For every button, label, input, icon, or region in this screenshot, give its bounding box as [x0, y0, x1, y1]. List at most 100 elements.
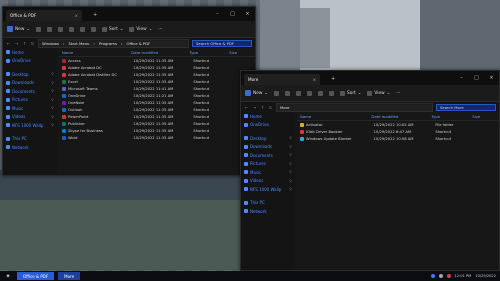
breadcrumb-item[interactable]: Programs: [99, 41, 117, 46]
column-header[interactable]: Type: [186, 50, 226, 55]
sidebar-item[interactable]: Videos ⚲: [3, 113, 57, 122]
sidebar-item[interactable]: Home: [241, 112, 295, 121]
new-button[interactable]: New ⌄: [245, 90, 268, 96]
new-tab-icon[interactable]: +: [331, 76, 335, 82]
file-row[interactable]: Outlook 10/29/2022 11:35 AM Shortcut: [59, 106, 255, 113]
volume-icon[interactable]: [438, 274, 443, 278]
network-icon[interactable]: [430, 274, 435, 278]
file-row[interactable]: Activator 10/29/2022 10:05 AM File folder: [297, 121, 499, 128]
column-header[interactable]: Date modified: [128, 50, 186, 55]
share-icon[interactable]: [317, 90, 323, 96]
rename-icon[interactable]: [68, 26, 74, 32]
paste-icon[interactable]: [295, 90, 301, 96]
file-row[interactable]: Publisher 10/29/2022 11:35 AM Shortcut: [59, 120, 255, 127]
tab-close-icon[interactable]: ×: [74, 13, 78, 18]
forward-icon[interactable]: →: [14, 41, 19, 46]
file-row[interactable]: IObit Driver Booster 10/29/2022 8:47 AM Sh…: [297, 128, 499, 135]
sidebar-item[interactable]: Documents ⚲: [241, 151, 295, 160]
more-options-button[interactable]: ···: [158, 27, 162, 32]
column-header[interactable]: Name: [59, 50, 128, 55]
cut-icon[interactable]: [273, 90, 279, 96]
sidebar-item[interactable]: OneDrive: [3, 57, 57, 66]
back-icon[interactable]: ←: [244, 105, 249, 110]
paste-icon[interactable]: [57, 26, 63, 32]
breadcrumb-item[interactable]: Office & PDF: [126, 41, 150, 46]
sidebar-item[interactable]: Desktop ⚲: [3, 70, 57, 79]
file-row[interactable]: Microsoft Teams 10/29/2022 11:41 AM Shortc…: [59, 85, 255, 92]
taskbar-item-office-pdf[interactable]: Office & PDF: [17, 272, 55, 280]
file-row[interactable]: Word 10/29/2022 11:35 AM Shortcut: [59, 134, 255, 141]
forward-icon[interactable]: →: [252, 105, 257, 110]
file-row[interactable]: Adobe Acrobat DC 10/29/2022 11:35 AM Short…: [59, 64, 255, 71]
more-options-button[interactable]: ···: [396, 91, 400, 96]
maximize-icon[interactable]: □: [225, 7, 240, 21]
breadcrumb[interactable]: More: [276, 102, 433, 112]
sidebar-item[interactable]: Pictures ⚲: [241, 160, 295, 169]
maximize-icon[interactable]: □: [469, 71, 484, 85]
cut-icon[interactable]: [35, 26, 41, 32]
taskbar-item-more[interactable]: More: [58, 272, 81, 280]
up-icon[interactable]: ↑: [260, 105, 265, 110]
breadcrumb-item[interactable]: Windows: [42, 41, 59, 46]
close-icon[interactable]: ×: [484, 71, 499, 85]
file-row[interactable]: Access 10/29/2022 11:35 AM Shortcut: [59, 57, 255, 64]
sidebar-item[interactable]: Music ⚲: [3, 104, 57, 113]
sidebar-item[interactable]: Network: [3, 143, 57, 152]
sidebar-item[interactable]: Desktop ⚲: [241, 134, 295, 143]
column-header[interactable]: Type: [428, 114, 469, 119]
rename-icon[interactable]: [306, 90, 312, 96]
copy-icon[interactable]: [284, 90, 290, 96]
up-icon[interactable]: ↑: [22, 41, 27, 46]
sidebar-item[interactable]: This PC: [3, 135, 57, 144]
file-row[interactable]: OneNote 10/29/2022 11:35 AM Shortcut: [59, 99, 255, 106]
sidebar-item[interactable]: Documents ⚲: [3, 87, 57, 96]
tab-more[interactable]: More ×: [244, 74, 320, 85]
close-icon[interactable]: ×: [240, 7, 255, 21]
explorer-window-more[interactable]: More × + – □ × New ⌄ Sort ⌄ View ⌄ ··· ←…: [240, 70, 500, 271]
column-header[interactable]: Name: [297, 114, 368, 119]
column-header[interactable]: Size: [469, 114, 499, 119]
clock-time[interactable]: 12:01 PM: [455, 274, 472, 278]
sort-button[interactable]: Sort ⌄: [101, 26, 123, 32]
view-button[interactable]: View ⌄: [367, 90, 390, 96]
sidebar-item[interactable]: Downloads ⚲: [3, 79, 57, 88]
explorer-window-office[interactable]: Office & PDF × + – □ × New ⌄ Sort ⌄ View…: [2, 6, 256, 176]
breadcrumb[interactable]: Windows › Start Menu › Programs › Office & PDF: [38, 38, 189, 48]
file-row[interactable]: Windows Update Blocker 10/29/2022 10:58 A…: [297, 135, 499, 142]
clock-date[interactable]: 10/29/2022: [475, 274, 496, 278]
new-tab-icon[interactable]: +: [93, 12, 97, 18]
column-header[interactable]: Date modified: [368, 114, 428, 119]
tab-close-icon[interactable]: ×: [312, 77, 316, 82]
sidebar-item[interactable]: Music ⚲: [241, 168, 295, 177]
sidebar-item[interactable]: Home: [3, 48, 57, 57]
refresh-icon[interactable]: ↻: [30, 41, 35, 46]
new-button[interactable]: New ⌄: [7, 26, 30, 32]
breadcrumb-item[interactable]: Start Menu: [68, 41, 89, 46]
share-icon[interactable]: [79, 26, 85, 32]
sidebar-item[interactable]: Videos ⚲: [241, 177, 295, 186]
back-icon[interactable]: ←: [6, 41, 11, 46]
breadcrumb-item[interactable]: More: [280, 105, 289, 110]
column-header[interactable]: Size: [226, 50, 255, 55]
start-button[interactable]: ✦: [3, 272, 13, 280]
refresh-icon[interactable]: ↻: [268, 105, 273, 110]
tab-office-pdf[interactable]: Office & PDF ×: [6, 10, 82, 21]
sidebar-item[interactable]: NFS 1000 Wallp ⚲: [241, 185, 295, 194]
sort-button[interactable]: Sort ⌄: [339, 90, 361, 96]
sidebar-item[interactable]: Downloads ⚲: [241, 143, 295, 152]
copy-icon[interactable]: [46, 26, 52, 32]
file-row[interactable]: OneDrive 10/29/2022 11:21 AM Shortcut: [59, 92, 255, 99]
delete-icon[interactable]: [90, 26, 96, 32]
search-input[interactable]: Search More: [436, 103, 496, 111]
file-row[interactable]: Skype for Business 10/29/2022 11:35 AM Sho…: [59, 127, 255, 134]
sidebar-item[interactable]: Network: [241, 207, 295, 216]
file-row[interactable]: Excel 10/29/2022 11:35 AM Shortcut: [59, 78, 255, 85]
sidebar-item[interactable]: OneDrive: [241, 121, 295, 130]
sidebar-item[interactable]: NFS 1000 Wallp ⚲: [3, 121, 57, 130]
minimize-icon[interactable]: –: [210, 7, 225, 21]
file-row[interactable]: PowerPoint 10/29/2022 11:35 AM Shortcut: [59, 113, 255, 120]
sidebar-item[interactable]: This PC: [241, 199, 295, 208]
view-button[interactable]: View ⌄: [129, 26, 152, 32]
delete-icon[interactable]: [328, 90, 334, 96]
file-row[interactable]: Adobe Acrobat Distiller DC 10/29/2022 11:…: [59, 71, 255, 78]
